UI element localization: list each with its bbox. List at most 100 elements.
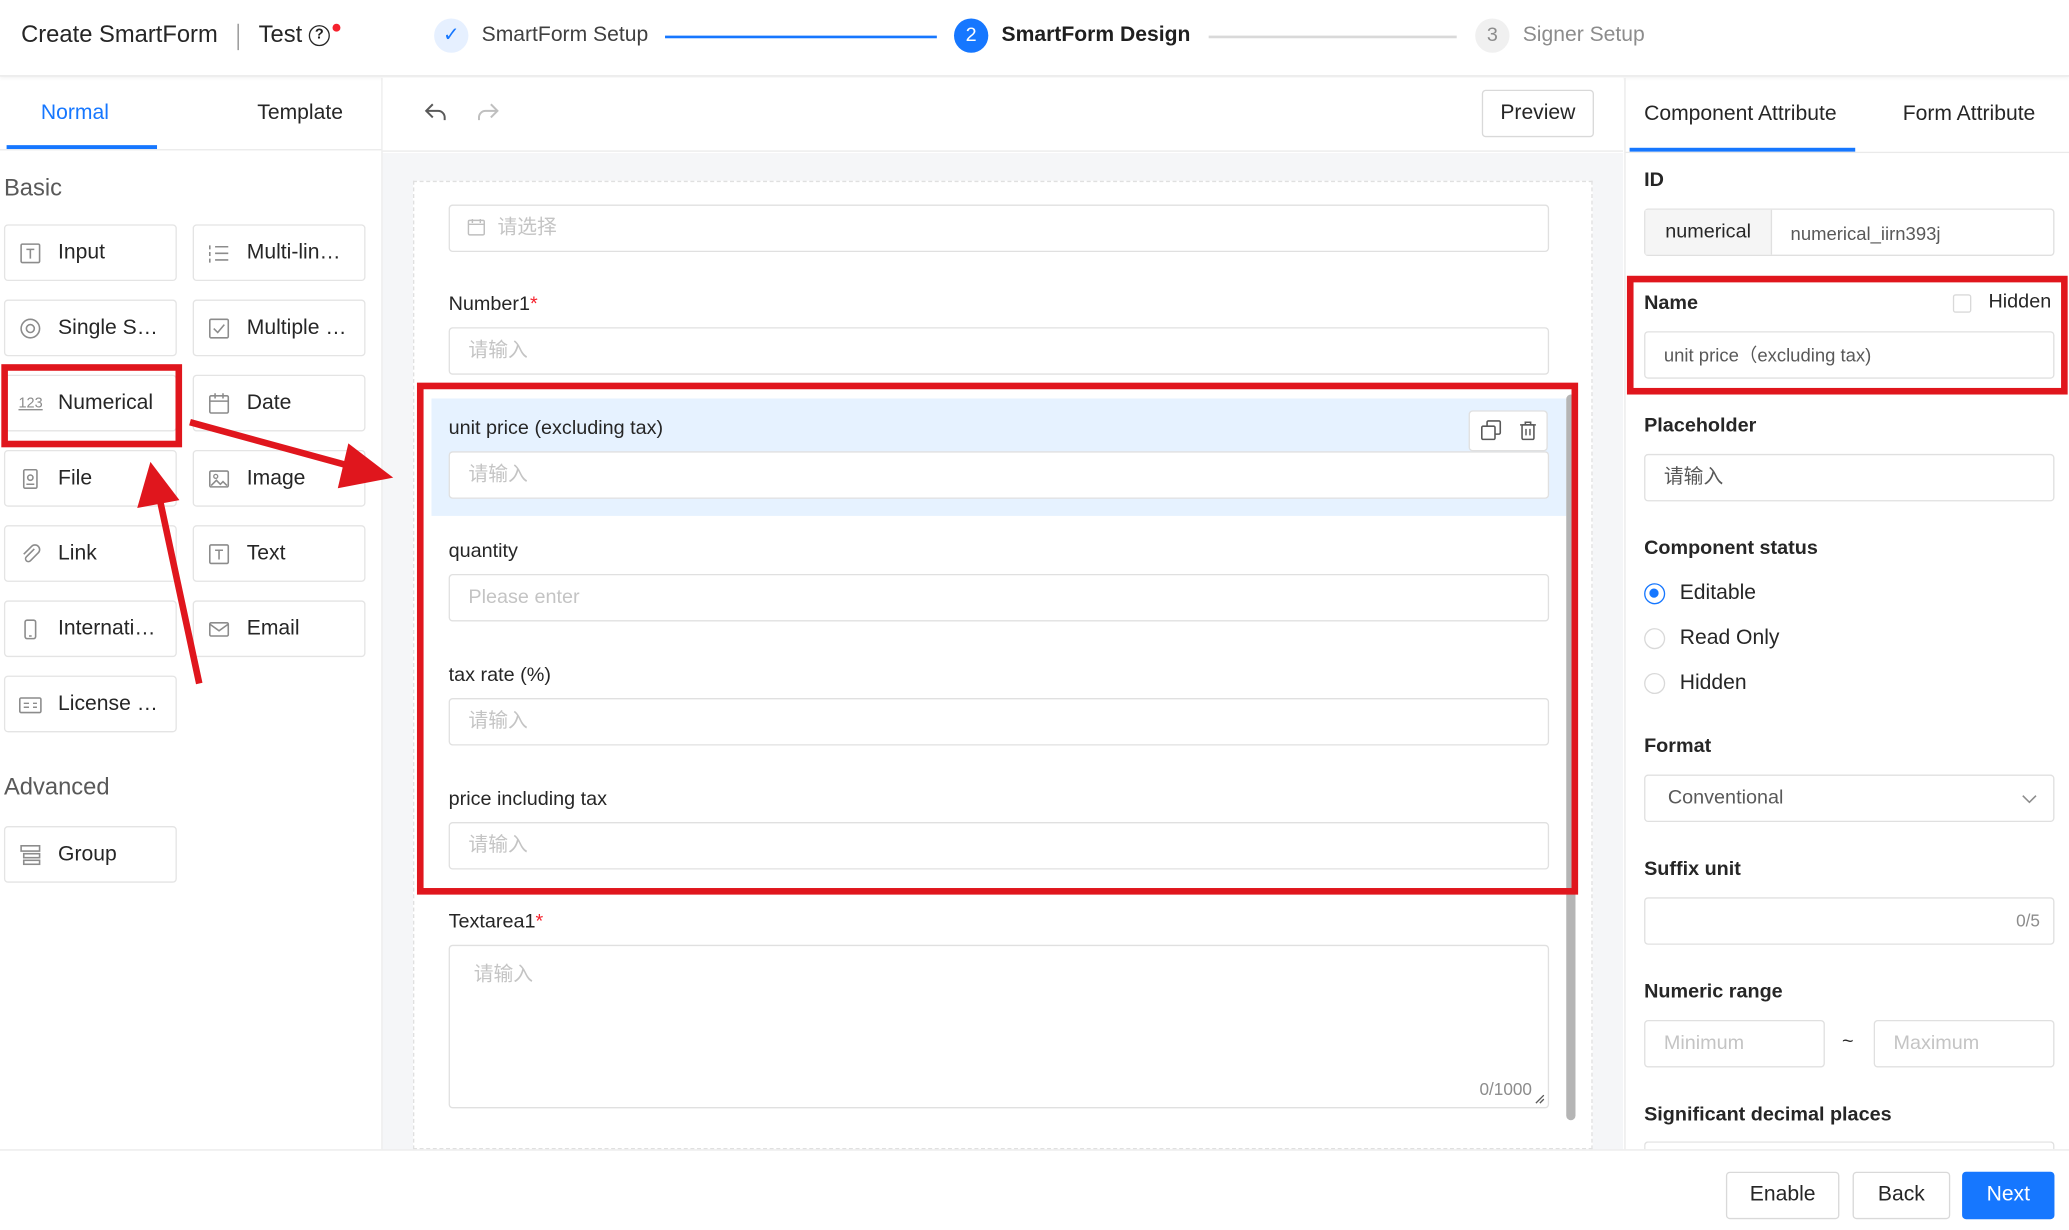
redo-icon[interactable] xyxy=(475,99,501,132)
step-1-check-icon: ✓ xyxy=(434,18,469,53)
step-connector-done xyxy=(665,35,937,38)
component-library-panel: Normal Template Basic Input Multi-lin… S… xyxy=(0,77,383,1150)
multiline-icon xyxy=(207,241,231,265)
top-header: Create SmartForm Test ? ✓ SmartForm Setu… xyxy=(0,0,2069,77)
number-123-icon: 123 xyxy=(18,395,43,412)
component-multiple-select[interactable]: Multiple … xyxy=(192,299,366,357)
component-label: Date xyxy=(246,391,292,415)
name-input[interactable]: unit price（excluding tax) xyxy=(1644,331,2055,379)
enable-button[interactable]: Enable xyxy=(1725,1171,1840,1220)
canvas-toolbar: Preview xyxy=(382,77,1623,152)
placeholder-input[interactable]: 请输入 xyxy=(1644,453,2055,502)
component-numerical[interactable]: 123 Numerical xyxy=(3,374,177,432)
range-max-input[interactable]: Maximum xyxy=(1873,1019,2055,1068)
status-readonly-radio[interactable] xyxy=(1644,628,1666,650)
field-action-toolbar xyxy=(1468,410,1548,452)
help-icon[interactable]: ? xyxy=(308,25,330,47)
preview-button[interactable]: Preview xyxy=(1481,89,1594,138)
format-select[interactable]: Conventional xyxy=(1644,774,2055,823)
component-license[interactable]: License … xyxy=(3,675,177,733)
field-label-text: quantity xyxy=(448,539,518,563)
field-label-tax-rate: tax rate (%) xyxy=(449,664,551,686)
resize-handle-icon[interactable] xyxy=(1532,1091,1545,1104)
step-connector-pending xyxy=(1208,35,1457,38)
field-label-price-including-tax: price including tax xyxy=(449,788,607,810)
unit-price-input[interactable]: 请输入 xyxy=(448,451,1550,499)
chevron-down-icon xyxy=(2022,795,2037,804)
price-including-tax-input[interactable]: 请输入 xyxy=(448,822,1550,870)
component-group[interactable]: Group xyxy=(3,826,177,883)
component-date[interactable]: Date xyxy=(192,374,366,432)
hidden-checkbox[interactable] xyxy=(1952,294,1972,313)
status-hidden-label[interactable]: Hidden xyxy=(1680,672,1747,696)
text-box-icon xyxy=(18,241,42,265)
step-1-label[interactable]: SmartForm Setup xyxy=(482,24,649,48)
id-value: numerical_iirn393j xyxy=(1790,222,1941,245)
textarea1-input[interactable]: 请输入 0/1000 xyxy=(448,944,1550,1109)
required-mark: * xyxy=(530,292,538,316)
back-button[interactable]: Back xyxy=(1852,1171,1951,1220)
component-international-phone[interactable]: Internati… xyxy=(3,600,177,658)
field-label-text: tax rate (%) xyxy=(448,663,551,687)
component-label: Image xyxy=(246,467,306,490)
quantity-input[interactable]: Please enter xyxy=(448,573,1550,622)
step-2-label[interactable]: SmartForm Design xyxy=(1002,24,1191,48)
component-label: Multiple … xyxy=(246,316,347,340)
copy-icon[interactable] xyxy=(1480,420,1502,445)
component-multiline[interactable]: Multi-lin… xyxy=(192,224,366,282)
format-selected-value: Conventional xyxy=(1667,786,1784,809)
radio-icon xyxy=(18,317,42,341)
field-label-textarea1: Textarea1* xyxy=(449,910,544,932)
checkbox-icon xyxy=(207,317,231,341)
suffix-char-count: 0/5 xyxy=(2016,910,2040,931)
decimal-places-input[interactable] xyxy=(1644,1141,2055,1150)
tab-template[interactable]: Template xyxy=(257,102,343,126)
status-hidden-radio[interactable] xyxy=(1644,672,1666,695)
delete-icon[interactable] xyxy=(1517,420,1538,445)
number1-input[interactable]: 请输入 xyxy=(448,327,1550,375)
component-label: Numerical xyxy=(58,391,154,415)
suffix-unit-input[interactable]: 0/5 xyxy=(1644,897,2055,945)
component-file[interactable]: File xyxy=(3,449,177,507)
status-readonly-label[interactable]: Read Only xyxy=(1680,627,1780,651)
status-editable-label[interactable]: Editable xyxy=(1680,582,1756,606)
component-status-label: Component status xyxy=(1644,537,1818,560)
file-icon xyxy=(18,467,42,491)
date-field[interactable]: 请选择 xyxy=(448,204,1550,253)
text-icon xyxy=(207,542,231,566)
decimal-places-label: Significant decimal places xyxy=(1644,1103,1892,1126)
tab-form-attribute[interactable]: Form Attribute xyxy=(1903,103,2036,127)
suffix-unit-label: Suffix unit xyxy=(1644,857,1741,881)
component-email[interactable]: Email xyxy=(192,600,366,658)
title-separator xyxy=(237,23,239,51)
textarea-char-count: 0/1000 xyxy=(1479,1079,1532,1100)
component-input[interactable]: Input xyxy=(3,224,177,282)
next-button[interactable]: Next xyxy=(1962,1171,2055,1220)
range-min-input[interactable]: Minimum xyxy=(1644,1019,1825,1068)
hidden-checkbox-label: Hidden xyxy=(1988,290,2052,313)
component-label: Group xyxy=(58,843,117,866)
group-icon xyxy=(18,843,42,867)
phone-icon xyxy=(18,618,42,642)
textarea-placeholder: 请输入 xyxy=(473,963,534,986)
component-text[interactable]: Text xyxy=(192,525,366,582)
image-icon xyxy=(207,467,231,491)
advanced-section-title: Advanced xyxy=(3,773,110,800)
component-image[interactable]: Image xyxy=(192,449,366,507)
field-label-unit-price: unit price (excluding tax) xyxy=(449,417,664,439)
tax-rate-input[interactable]: 请输入 xyxy=(448,698,1550,746)
canvas-scrollbar[interactable] xyxy=(1566,394,1576,1121)
undo-icon[interactable] xyxy=(422,99,448,132)
component-label: License … xyxy=(58,692,158,716)
range-separator: ~ xyxy=(1842,1030,1854,1053)
step-3-label[interactable]: Signer Setup xyxy=(1523,24,1645,48)
placeholder-label: Placeholder xyxy=(1644,414,1757,437)
component-single-select[interactable]: Single S… xyxy=(3,299,177,357)
status-editable-radio[interactable] xyxy=(1644,583,1666,605)
tab-component-attribute[interactable]: Component Attribute xyxy=(1644,103,1836,127)
field-label-text: price including tax xyxy=(448,787,608,811)
id-card-icon xyxy=(18,693,42,717)
tab-normal[interactable]: Normal xyxy=(41,102,109,126)
component-link[interactable]: Link xyxy=(3,525,177,582)
id-field[interactable]: numerical numerical_iirn393j xyxy=(1644,208,2055,256)
